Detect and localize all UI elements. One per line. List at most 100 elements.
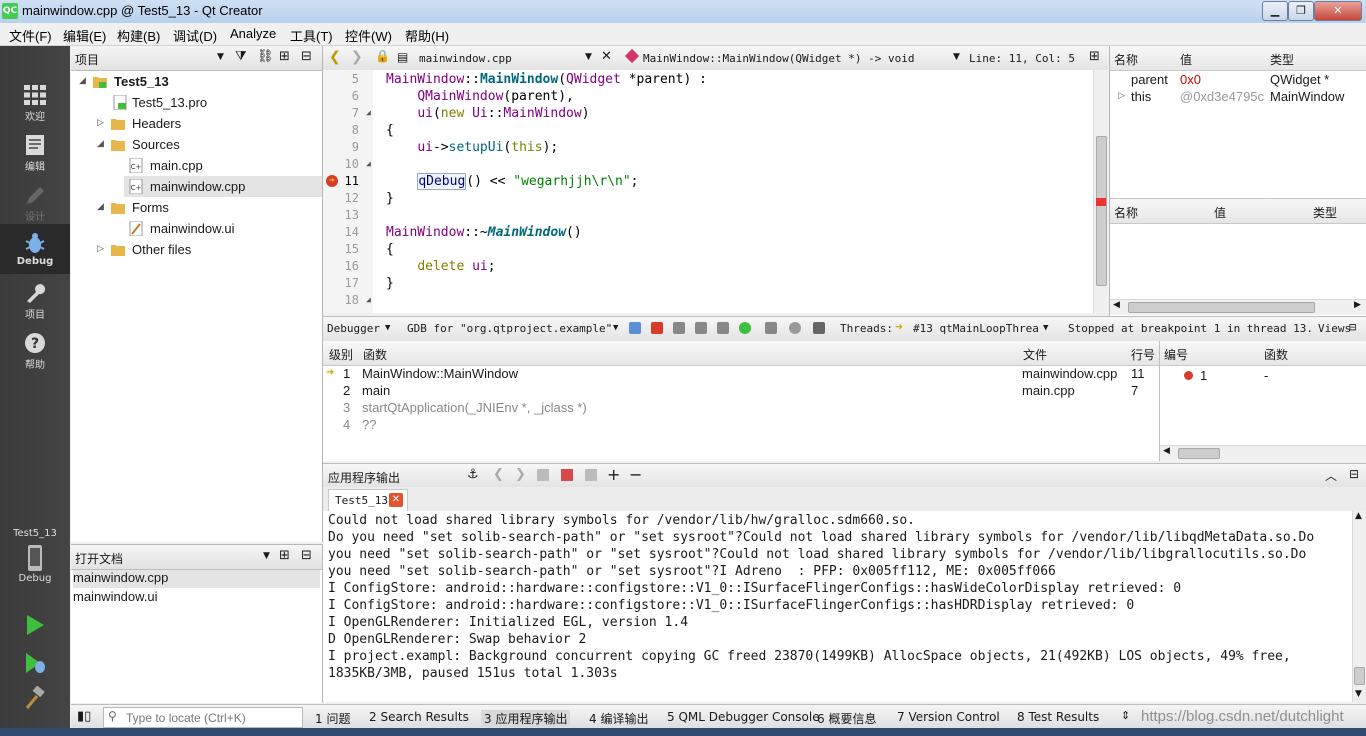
close-pane-icon[interactable]: ⊟ xyxy=(301,49,312,64)
current-file-name[interactable]: mainwindow.cpp xyxy=(419,52,512,65)
close-document-icon[interactable]: ✕ xyxy=(601,49,612,64)
breakpoints-horizontal-scrollbar[interactable]: ◀ xyxy=(1160,445,1366,461)
menu-tools[interactable]: 工具(T) xyxy=(290,26,333,45)
chevron-down-icon[interactable]: ▼ xyxy=(263,551,270,561)
filter-icon[interactable]: ⧩ xyxy=(235,49,247,64)
tree-item-project[interactable]: ◢ Test5_13 xyxy=(71,71,322,92)
start-debugging-button[interactable] xyxy=(22,650,48,676)
pane-issues[interactable]: 1 问题 xyxy=(315,710,350,727)
close-pane-icon[interactable]: ⊟ xyxy=(1349,467,1359,481)
scrollbar-thumb[interactable] xyxy=(1096,136,1107,286)
chevron-down-icon[interactable]: ▼ xyxy=(217,52,224,62)
stack-col-level[interactable]: 级别 xyxy=(329,346,353,363)
locator-field[interactable]: ⚲ Type to locate (Ctrl+K) xyxy=(103,707,303,728)
breakpoint-row[interactable]: 1 - xyxy=(1160,368,1366,385)
forward-arrow-icon[interactable]: ❯ xyxy=(515,467,526,482)
stack-col-file[interactable]: 文件 xyxy=(1023,346,1047,363)
stack-col-line[interactable]: 行号 xyxy=(1131,346,1155,363)
locals-row[interactable]: ▷ this @0xd3e4795c MainWindow xyxy=(1110,89,1366,106)
pane-compile-output[interactable]: 4 编译输出 xyxy=(589,710,648,727)
line-number-gutter[interactable]: 5 6 7 8 9 10 11 12 13 14 15 16 17 18 ➜ ◢… xyxy=(323,70,373,313)
menu-analyze[interactable]: Analyze xyxy=(230,26,276,41)
watch-col-value[interactable]: 值 xyxy=(1214,204,1226,221)
fold-marker-icon[interactable]: ◢ xyxy=(366,108,371,117)
toggle-sidebar-icon[interactable]: ▮▯ xyxy=(77,709,91,724)
menu-edit[interactable]: 编辑(E) xyxy=(63,26,106,45)
locals-col-value[interactable]: 值 xyxy=(1180,51,1192,68)
back-arrow-icon[interactable]: ❮ xyxy=(329,49,341,65)
locals-col-name[interactable]: 名称 xyxy=(1114,51,1138,68)
locals-col-type[interactable]: 类型 xyxy=(1270,51,1294,68)
pane-version-control[interactable]: 7 Version Control xyxy=(897,710,1000,724)
scrollbar-thumb[interactable] xyxy=(1178,448,1220,459)
close-tab-icon[interactable]: ✕ xyxy=(389,493,403,507)
mode-welcome[interactable]: 欢迎 xyxy=(0,76,70,126)
menu-file[interactable]: 文件(F) xyxy=(9,26,52,45)
mode-design[interactable]: 设计 xyxy=(0,176,70,226)
split-icon[interactable]: ⊞ xyxy=(279,49,290,64)
locals-row[interactable]: parent 0x0 QWidget * xyxy=(1110,72,1366,89)
scrollbar-thumb[interactable] xyxy=(1128,302,1315,313)
menu-debug[interactable]: 调试(D) xyxy=(173,26,217,45)
expand-arrow-icon[interactable]: ▷ xyxy=(1118,90,1125,101)
maximize-button[interactable]: ❐ xyxy=(1288,1,1314,21)
step-out-icon[interactable] xyxy=(717,322,729,334)
stack-frame-row[interactable]: 3 startQtApplication(_JNIEnv *, _jclass … xyxy=(323,400,1159,417)
chevron-down-icon[interactable]: ▼ xyxy=(953,52,960,62)
pane-general-messages[interactable]: 6 概要信息 xyxy=(817,710,876,727)
pane-qml-debugger-console[interactable]: 5 QML Debugger Console xyxy=(667,710,820,724)
application-output[interactable]: Could not load shared library symbols fo… xyxy=(323,511,1352,702)
chevron-down-icon[interactable]: ▼ xyxy=(613,323,618,333)
open-document-item[interactable]: mainwindow.cpp xyxy=(73,570,320,588)
record-icon[interactable] xyxy=(789,322,801,334)
tree-item-headers[interactable]: ▷ Headers xyxy=(71,113,322,134)
thread-select[interactable]: #13 qtMainLoopThrea xyxy=(913,322,1039,335)
zoom-in-icon[interactable]: + xyxy=(607,465,620,484)
tree-item-pro-file[interactable]: Test5_13.pro xyxy=(71,92,322,113)
minimize-button[interactable]: ▁ xyxy=(1262,1,1288,21)
mode-debug[interactable]: Debug xyxy=(0,224,70,274)
split-icon[interactable]: ⊞ xyxy=(279,548,290,563)
forward-arrow-icon[interactable]: ❯ xyxy=(351,49,363,65)
stack-col-function[interactable]: 函数 xyxy=(363,346,387,363)
collapse-arrow-icon[interactable]: ◢ xyxy=(97,138,104,149)
target-selector[interactable]: Debug xyxy=(0,542,70,592)
chevron-down-icon[interactable]: ▼ xyxy=(385,323,390,333)
scroll-left-icon[interactable]: ◀ xyxy=(1113,300,1120,310)
chevron-down-icon[interactable]: ▼ xyxy=(585,52,592,62)
scroll-left-icon[interactable]: ◀ xyxy=(1163,446,1170,456)
scroll-down-icon[interactable]: ▼ xyxy=(1355,689,1362,699)
attach-icon[interactable]: ⚓ xyxy=(467,467,479,482)
close-button[interactable]: ✕ xyxy=(1314,1,1362,21)
mode-projects[interactable]: 项目 xyxy=(0,274,70,324)
pane-application-output[interactable]: 3 应用程序输出 xyxy=(481,710,571,727)
breakpoints-col-function[interactable]: 函数 xyxy=(1264,346,1288,363)
snapshot-icon[interactable] xyxy=(813,322,825,334)
expand-arrow-icon[interactable]: ▷ xyxy=(97,243,104,254)
close-pane-icon[interactable]: ⊟ xyxy=(301,548,312,563)
tree-item-other-files[interactable]: ▷ Other files xyxy=(71,239,322,260)
stop-debugger-icon[interactable] xyxy=(651,322,663,334)
rerun-icon[interactable] xyxy=(537,469,549,481)
zoom-out-icon[interactable]: − xyxy=(629,465,642,484)
watch-col-type[interactable]: 类型 xyxy=(1313,204,1337,221)
run-button[interactable] xyxy=(22,612,48,638)
open-document-item[interactable]: mainwindow.ui xyxy=(73,589,320,607)
instruction-mode-icon[interactable] xyxy=(765,322,777,334)
scroll-right-icon[interactable]: ▶ xyxy=(1354,300,1361,310)
split-icon[interactable]: ⊞ xyxy=(1089,49,1100,64)
collapse-arrow-icon[interactable]: ◢ xyxy=(79,75,86,86)
code-editor[interactable]: 5 6 7 8 9 10 11 12 13 14 15 16 17 18 ➜ ◢… xyxy=(323,70,1108,313)
build-button[interactable] xyxy=(22,685,48,712)
menu-build[interactable]: 构建(B) xyxy=(117,26,160,45)
restart-icon[interactable] xyxy=(739,322,751,334)
current-symbol[interactable]: MainWindow::MainWindow(QWidget *) -> voi… xyxy=(643,52,915,65)
step-into-icon[interactable] xyxy=(695,322,707,334)
output-tab[interactable]: Test5_13 ✕ xyxy=(328,489,408,511)
mode-help[interactable]: ? 帮助 xyxy=(0,324,70,374)
maximize-pane-icon[interactable]: ︿ xyxy=(1325,467,1337,484)
tree-item-mainwindow-ui[interactable]: mainwindow.ui xyxy=(71,218,322,239)
expand-arrow-icon[interactable]: ▷ xyxy=(97,117,104,128)
mode-edit[interactable]: 编辑 xyxy=(0,126,70,176)
fold-marker-icon[interactable]: ◢ xyxy=(366,159,371,168)
